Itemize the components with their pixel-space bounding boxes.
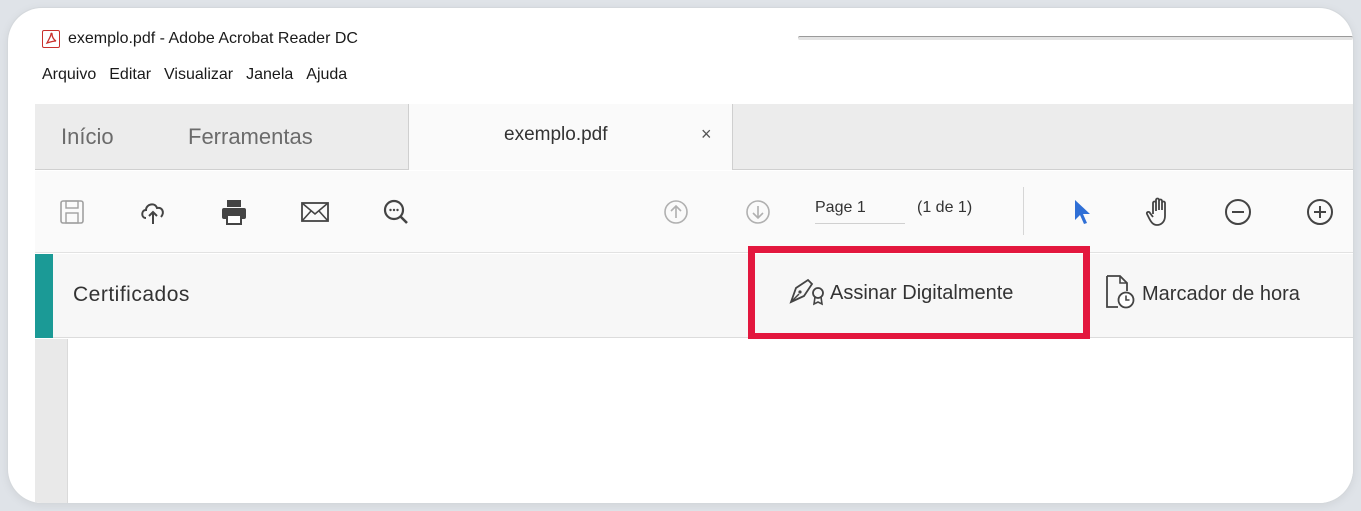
page-up-icon[interactable]	[659, 195, 693, 229]
document-area	[35, 339, 1353, 503]
window-title: exemplo.pdf - Adobe Acrobat Reader DC	[68, 30, 358, 47]
menu-ajuda[interactable]: Ajuda	[306, 66, 347, 90]
timestamp-button[interactable]: Marcador de hora	[1104, 274, 1300, 315]
email-icon[interactable]	[298, 195, 332, 229]
select-cursor-icon[interactable]	[1065, 195, 1099, 229]
menu-visualizar[interactable]: Visualizar	[164, 66, 233, 90]
menu-arquivo[interactable]: Arquivo	[42, 66, 96, 90]
menu-editar[interactable]: Editar	[109, 66, 151, 90]
titlebar-decoration	[798, 36, 1353, 40]
toolbar: Page 1 (1 de 1)	[35, 171, 1353, 253]
tab-home[interactable]: Início	[61, 124, 114, 150]
menu-bar: Arquivo Editar Visualizar Janela Ajuda	[42, 66, 360, 90]
panel-title: Certificados	[73, 283, 190, 306]
pen-certificate-icon	[788, 276, 826, 311]
page-number-field[interactable]: Page 1	[815, 199, 905, 224]
toolbar-separator	[1023, 187, 1024, 235]
certificates-toolbar: Certificados Assinar Digitalmente Marcad…	[35, 246, 1353, 340]
cloud-upload-icon[interactable]	[136, 195, 170, 229]
hand-tool-icon[interactable]	[1143, 195, 1177, 229]
print-icon[interactable]	[217, 195, 251, 229]
document-clock-icon	[1104, 274, 1136, 315]
page-down-icon[interactable]	[741, 195, 775, 229]
acrobat-window: exemplo.pdf - Adobe Acrobat Reader DC Ar…	[28, 8, 1353, 503]
tab-document[interactable]: exemplo.pdf ×	[408, 104, 733, 170]
tab-bar: Início Ferramentas exemplo.pdf ×	[35, 104, 1353, 170]
tab-tools[interactable]: Ferramentas	[188, 124, 313, 150]
page-count: (1 de 1)	[917, 199, 973, 216]
zoom-out-icon[interactable]	[1221, 195, 1255, 229]
navigation-pane-strip[interactable]	[35, 339, 68, 503]
close-tab-icon[interactable]: ×	[701, 124, 712, 145]
timestamp-label: Marcador de hora	[1142, 283, 1300, 305]
digitally-sign-button[interactable]: Assinar Digitalmente	[748, 246, 1090, 340]
title-bar: exemplo.pdf - Adobe Acrobat Reader DC	[28, 24, 1353, 54]
screenshot-frame: exemplo.pdf - Adobe Acrobat Reader DC Ar…	[8, 8, 1353, 503]
tab-document-label: exemplo.pdf	[504, 124, 608, 145]
panel-accent-bar	[35, 254, 53, 338]
digitally-sign-label: Assinar Digitalmente	[830, 281, 1014, 304]
search-comment-icon[interactable]	[379, 195, 413, 229]
save-icon[interactable]	[55, 195, 89, 229]
menu-janela[interactable]: Janela	[246, 66, 293, 90]
zoom-in-icon[interactable]	[1303, 195, 1337, 229]
acrobat-pdf-icon	[42, 30, 60, 48]
